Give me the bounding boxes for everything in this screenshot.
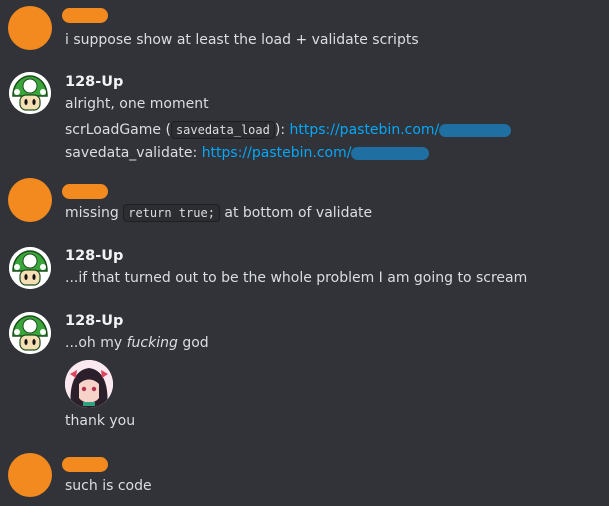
username[interactable]: 128-Up bbox=[65, 313, 123, 329]
message-text: alright, one moment bbox=[65, 96, 209, 112]
script-label: scrLoadGame ( bbox=[65, 122, 171, 138]
1up-mushroom-avatar[interactable] bbox=[9, 247, 51, 289]
inline-code: return true; bbox=[123, 204, 220, 222]
pastebin-link-validate[interactable]: https://pastebin.com/ bbox=[202, 145, 352, 161]
redacted-username[interactable] bbox=[62, 8, 108, 23]
redacted-username[interactable] bbox=[62, 457, 108, 472]
script-label: savedata_validate: bbox=[65, 145, 198, 161]
message-text: missing return true; at bottom of valida… bbox=[65, 204, 373, 222]
inline-code: savedata_load bbox=[170, 121, 275, 139]
redacted-username[interactable] bbox=[62, 184, 108, 199]
redacted-avatar[interactable] bbox=[8, 6, 52, 50]
message-text: such is code bbox=[65, 478, 152, 494]
1up-mushroom-avatar[interactable] bbox=[9, 72, 51, 114]
message-text: ...if that turned out to be the whole pr… bbox=[65, 270, 528, 286]
anime-girl-emoji[interactable] bbox=[65, 360, 113, 408]
1up-mushroom-avatar[interactable] bbox=[9, 312, 51, 354]
message-text: thank you bbox=[65, 413, 136, 429]
username[interactable]: 128-Up bbox=[65, 74, 123, 90]
script-label-close: ): bbox=[274, 122, 286, 138]
message-line-validate: savedata_validate: https://pastebin.com/ bbox=[65, 143, 430, 163]
message-line-load: scrLoadGame (savedata_load): https://pas… bbox=[65, 120, 512, 140]
message-text: ...oh my fucking god bbox=[65, 335, 209, 351]
redacted-avatar[interactable] bbox=[8, 453, 52, 497]
redacted-link-scribble bbox=[351, 146, 430, 160]
redacted-avatar[interactable] bbox=[8, 178, 52, 222]
redacted-link-scribble bbox=[439, 123, 512, 137]
pastebin-link-load[interactable]: https://pastebin.com/ bbox=[290, 122, 440, 138]
message-text: i suppose show at least the load + valid… bbox=[65, 32, 419, 48]
emphasized-text: fucking bbox=[126, 335, 178, 351]
username[interactable]: 128-Up bbox=[65, 248, 123, 264]
